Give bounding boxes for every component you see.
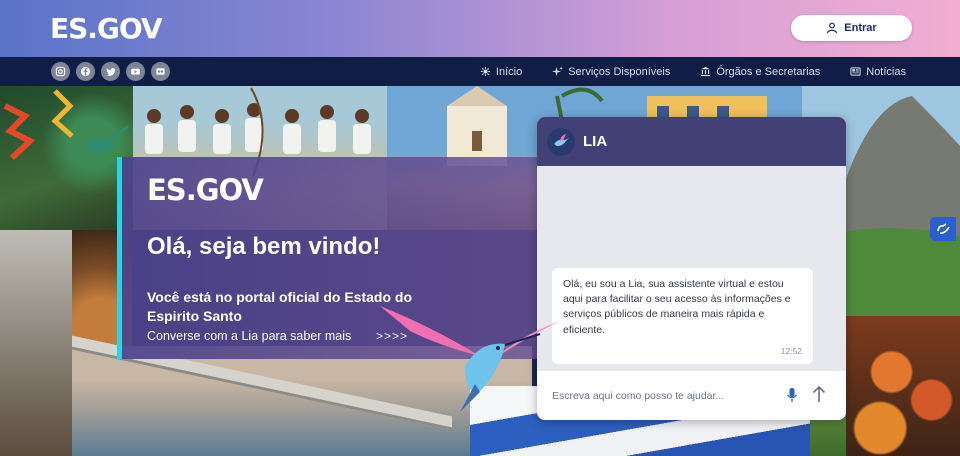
accessibility-button[interactable] (930, 217, 956, 241)
nav-inicio[interactable]: Início (480, 66, 522, 78)
chat-input[interactable] (552, 389, 772, 402)
welcome-title: Olá, seja bem vindo! (147, 233, 381, 260)
lia-chat-widget: LIA Olá, eu sou a Lia, sua assistente vi… (537, 117, 846, 420)
microphone-icon[interactable] (785, 387, 799, 403)
nav-orgaos-label: Órgãos e Secretarias (716, 65, 821, 78)
lia-avatar (547, 127, 575, 156)
twitter-icon[interactable] (101, 62, 120, 81)
facebook-icon[interactable] (76, 62, 95, 81)
heliconia-photo (0, 86, 133, 230)
send-arrow-icon[interactable] (811, 385, 827, 403)
top-header: ES.GOV Entrar (0, 0, 960, 57)
login-label: Entrar (844, 22, 877, 34)
news-icon (850, 67, 861, 76)
nav-inicio-label: Início (495, 65, 523, 78)
nav-noticias-label: Notícias (866, 65, 906, 78)
nav-orgaos[interactable]: Órgãos e Secretarias (700, 66, 820, 78)
chat-header: LIA (537, 117, 846, 166)
navigation-bar: Início Serviços Disponíveis Órgãos e Sec… (0, 57, 960, 86)
nav-noticias[interactable]: Notícias (850, 66, 906, 78)
site-logo[interactable]: ES.GOV (50, 12, 163, 45)
hummingbird-icon (554, 133, 569, 146)
message-time: 12:52 (780, 345, 802, 356)
home-icon (480, 66, 491, 77)
chat-title: LIA (583, 133, 608, 150)
lia-cta[interactable]: Converse com a Lia para saber mais (147, 329, 351, 343)
main-menu: Início Serviços Disponíveis Órgãos e Sec… (480, 57, 906, 86)
chat-message-text: Olá, eu sou a Lia, sua assistente virtua… (563, 278, 791, 336)
chat-message: Olá, eu sou a Lia, sua assistente virtua… (552, 268, 813, 364)
nav-servicos[interactable]: Serviços Disponíveis (552, 66, 670, 78)
sign-language-icon (937, 223, 950, 234)
welcome-logo: ES.GOV (147, 173, 264, 207)
user-icon (827, 22, 838, 34)
flickr-icon[interactable] (151, 62, 170, 81)
chat-input-bar (537, 371, 846, 420)
hummingbird-mascot (380, 306, 560, 412)
nav-servicos-label: Serviços Disponíveis (568, 65, 671, 78)
sparkle-icon (552, 66, 564, 77)
social-links (51, 62, 170, 81)
moqueca-photo (846, 316, 960, 456)
institution-icon (701, 66, 711, 77)
smoke-photo (0, 230, 72, 456)
youtube-icon[interactable] (126, 62, 145, 81)
instagram-icon[interactable] (51, 62, 70, 81)
login-button[interactable]: Entrar (791, 15, 912, 41)
